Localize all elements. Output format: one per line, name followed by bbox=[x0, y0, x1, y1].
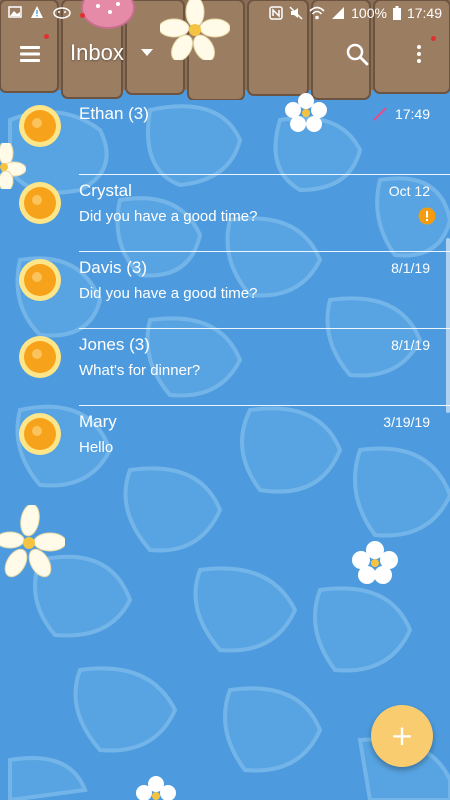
clock: 17:49 bbox=[406, 5, 442, 21]
more-badge-dot bbox=[431, 36, 436, 41]
menu-badge-dot bbox=[44, 34, 49, 39]
menu-icon[interactable] bbox=[18, 42, 42, 66]
battery-icon bbox=[392, 6, 401, 20]
scrollbar[interactable] bbox=[446, 238, 450, 413]
conversation-name: Davis (3) bbox=[79, 258, 148, 277]
conversation-date: 8/1/19 bbox=[391, 337, 430, 353]
more-vert-icon[interactable] bbox=[410, 42, 428, 66]
warning-icon bbox=[31, 6, 43, 18]
notification-dot bbox=[80, 13, 85, 18]
dropdown-caret-icon[interactable] bbox=[140, 46, 154, 60]
conversation-snippet: Did you have a good time? bbox=[79, 208, 258, 225]
conversation-date: 17:49 bbox=[394, 106, 430, 122]
conversation-date: 8/1/19 bbox=[391, 260, 430, 276]
search-icon[interactable] bbox=[345, 42, 369, 66]
no-sound-icon bbox=[289, 6, 303, 20]
sun-avatar-icon bbox=[19, 105, 61, 147]
alert-icon bbox=[418, 207, 436, 225]
conversation-row[interactable]: Crystal Oct 12 Did you have a good time? bbox=[0, 175, 450, 252]
cat-icon bbox=[53, 7, 71, 19]
conversation-row[interactable]: Jones (3) 8/1/19 What's for dinner? bbox=[0, 329, 450, 406]
conversation-snippet: Hello bbox=[79, 439, 114, 456]
conversation-snippet: What's for dinner? bbox=[79, 362, 201, 379]
conversation-row[interactable]: Ethan (3) 17:49 bbox=[0, 98, 450, 175]
page-title: Inbox bbox=[70, 40, 124, 65]
flower-decoration bbox=[136, 776, 176, 800]
flower-decoration bbox=[0, 505, 65, 578]
nfc-icon bbox=[269, 6, 283, 20]
compose-plus-label: + bbox=[390, 719, 414, 752]
conversation-date: 3/19/19 bbox=[383, 414, 430, 430]
sun-avatar-icon bbox=[19, 182, 61, 224]
battery-percent: 100% bbox=[351, 5, 387, 21]
wifi-icon bbox=[309, 6, 325, 20]
image-icon bbox=[8, 6, 22, 18]
sun-avatar-icon bbox=[19, 336, 61, 378]
sun-avatar-icon bbox=[19, 413, 61, 455]
conversation-date: Oct 12 bbox=[388, 183, 430, 199]
conversation-name: Jones (3) bbox=[79, 335, 150, 354]
compose-button[interactable]: + bbox=[371, 705, 433, 767]
sun-avatar-icon bbox=[19, 259, 61, 301]
flower-decoration bbox=[352, 541, 398, 584]
conversation-row[interactable]: Davis (3) 8/1/19 Did you have a good tim… bbox=[0, 252, 450, 329]
conversation-name: Crystal bbox=[79, 181, 132, 200]
conversation-name: Mary bbox=[79, 412, 117, 431]
conversation-name: Ethan (3) bbox=[79, 104, 149, 123]
draft-pen-icon bbox=[373, 107, 387, 121]
conversation-row[interactable]: Mary 3/19/19 Hello bbox=[0, 406, 450, 483]
status-bar: 100% 17:49 bbox=[0, 0, 450, 28]
signal-icon bbox=[332, 7, 345, 19]
conversation-snippet: Did you have a good time? bbox=[79, 285, 258, 302]
